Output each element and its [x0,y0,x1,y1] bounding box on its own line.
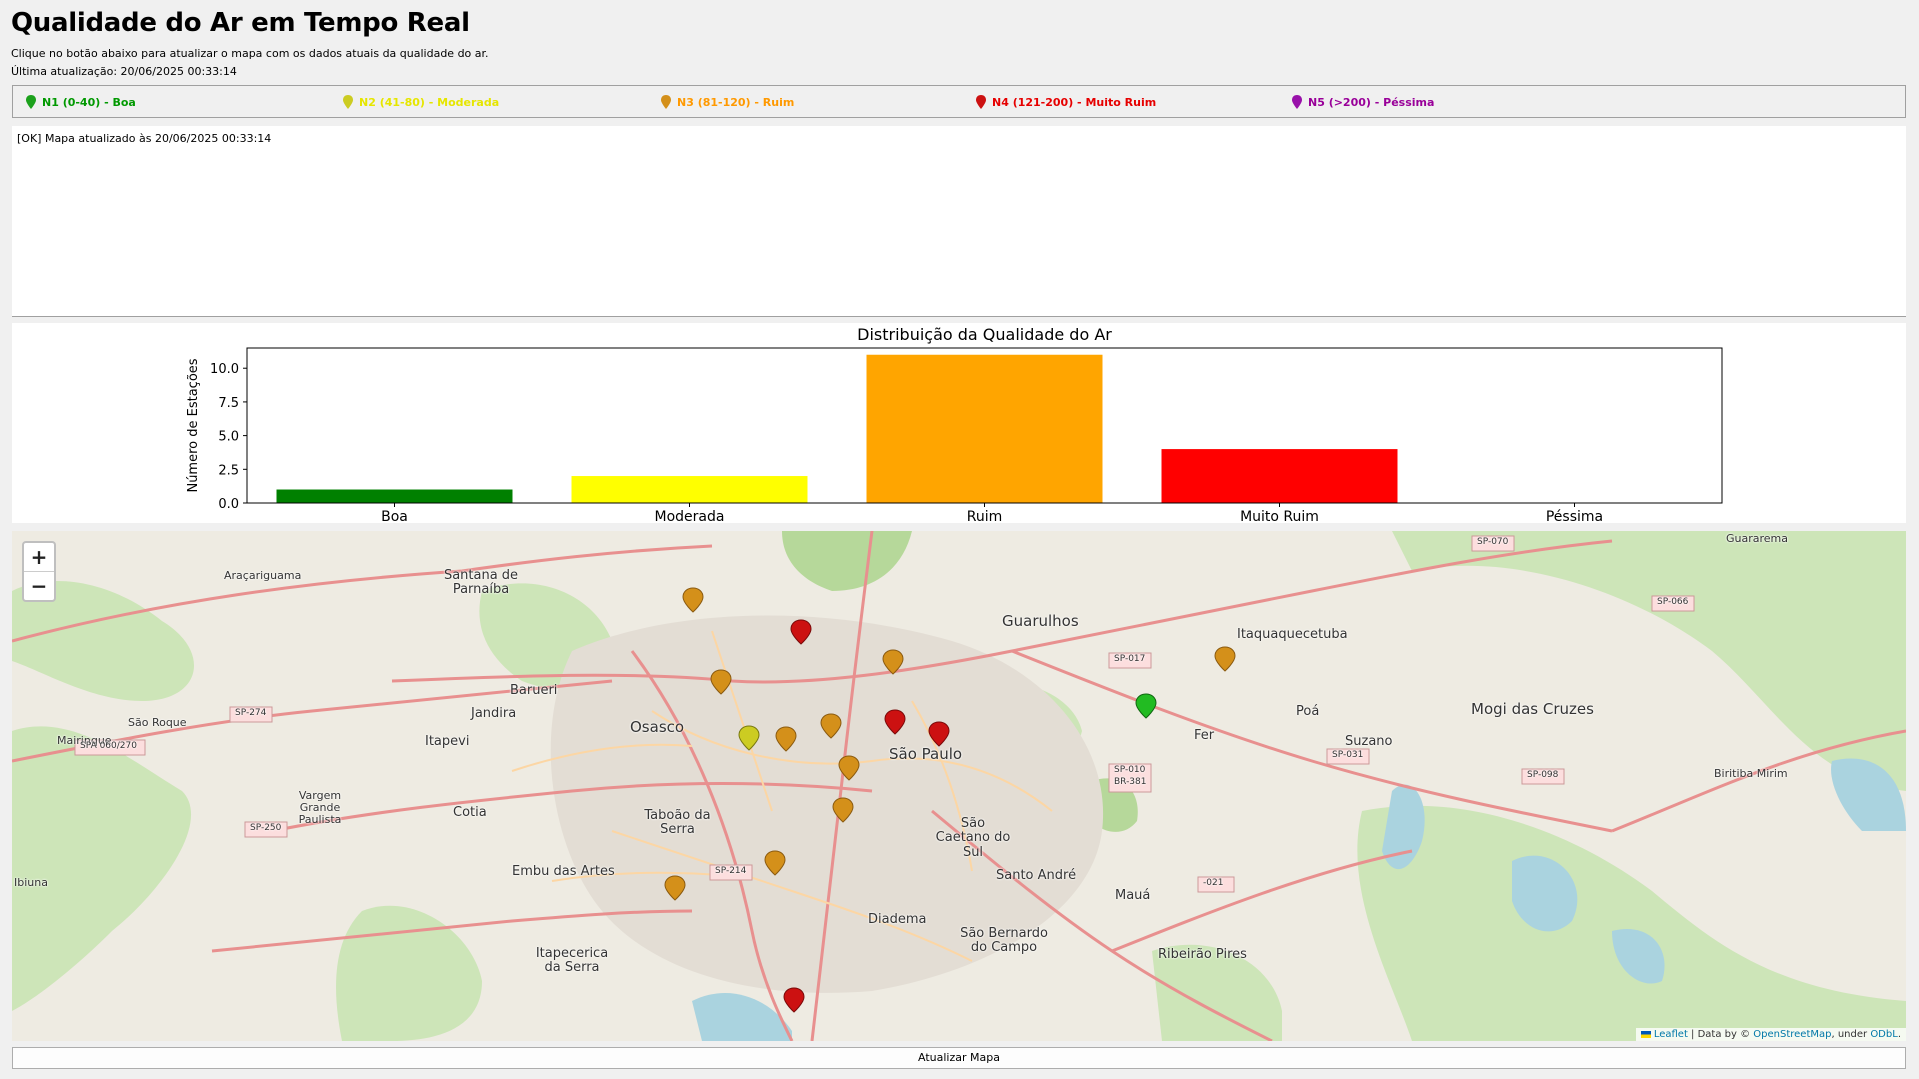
legend-label: N3 (81-120) - Ruim [677,95,795,109]
map-tiles [12,531,1906,1041]
map-label-poa: Poá [1296,704,1320,719]
map-label-suzano: Suzano [1345,734,1393,749]
map-label-osasco: Osasco [630,718,685,736]
log-output[interactable]: [OK] Mapa atualizado às 20/06/2025 00:33… [12,126,1906,317]
odbl-link[interactable]: ODbL [1870,1029,1898,1040]
map-shield-spa060: SPA 060/270 [80,741,137,751]
bar-chart: Distribuição da Qualidade do Ar Boa Modera… [186,325,1723,525]
legend-label: N4 (121-200) - Muito Ruim [992,95,1157,109]
update-map-button[interactable]: Atualizar Mapa [12,1047,1906,1069]
x-tick-label: Boa [381,509,408,523]
map-shield-sp017: SP-017 [1114,654,1146,664]
map-shield-sp021: -021 [1203,878,1224,888]
map-label-taboao: Taboão da Serra [644,808,711,838]
map-label-sao-paulo: São Paulo [889,745,963,763]
map-label-barueri: Barueri [510,683,558,698]
map-label-biritiba: Biritiba Mirim [1714,767,1788,780]
map-shield-sp250: SP-250 [250,823,282,833]
orange-marker-icon [661,95,671,109]
map-label-maua: Mauá [1115,888,1151,903]
map-shield-sp066: SP-066 [1657,597,1689,607]
y-tick-label: 7.5 [218,396,239,411]
red-marker-icon [976,95,986,109]
map-label-sao-caetano: São Caetano do Sul [935,816,1011,860]
chart-title: Distribuição da Qualidade do Ar [857,325,1112,344]
instruction-text: Clique no botão abaixo para atualizar o … [11,47,489,60]
y-tick-label: 5.0 [218,430,239,445]
map-attribution: Leaflet | Data by © OpenStreetMap, under… [1635,1028,1906,1041]
map-shield-sp098: SP-098 [1527,770,1559,780]
green-marker-icon [26,95,36,109]
map-label-cotia: Cotia [453,805,487,820]
log-line: [OK] Mapa atualizado às 20/06/2025 00:33… [17,132,272,145]
map-label-itapevi: Itapevi [425,734,470,749]
legend-item-muito-ruim: N4 (121-200) - Muito Ruim [976,95,1156,109]
y-axis-label: Número de Estações [186,358,201,492]
map-label-mogi: Mogi das Cruzes [1471,700,1594,718]
y-tick-label: 2.5 [218,463,239,478]
map-label-vargem: Vargem Grande Paulista [298,789,342,827]
y-tick-label: 10.0 [210,362,239,377]
map-label-guarulhos: Guarulhos [1002,612,1079,630]
chart-bar [276,489,513,503]
legend-item-moderada: N2 (41-80) - Moderada [343,95,499,109]
map-label-sbc: São Bernardo do Campo [960,926,1048,956]
legend-item-ruim: N3 (81-120) - Ruim [661,95,794,109]
legend-label: N2 (41-80) - Moderada [359,95,500,109]
chart-bar [866,354,1103,503]
osm-link[interactable]: OpenStreetMap [1753,1029,1831,1040]
zoom-control: + − [22,541,56,602]
legend-label: N5 (>200) - Péssima [1308,95,1435,109]
map-shield-br381: BR-381 [1114,777,1147,787]
leaflet-flag-icon [1640,1030,1651,1038]
zoom-in-button[interactable]: + [24,543,54,572]
map-shield-sp274: SP-274 [235,708,267,718]
air-quality-map[interactable]: São Paulo Guarulhos Osasco Barueri Jandi… [12,531,1906,1041]
x-tick-label: Péssima [1546,509,1603,523]
map-label-itapecerica: Itapecerica da Serra [535,946,609,976]
legend-item-boa: N1 (0-40) - Boa [26,95,136,109]
legend-item-pessima: N5 (>200) - Péssima [1292,95,1434,109]
chart-bar [571,476,808,503]
map-label-ibiuna: Ibiuna [14,876,48,889]
quality-chart: Distribuição da Qualidade do Ar Boa Modera… [12,323,1906,525]
map-label-santo-andre: Santo André [996,868,1077,883]
y-tick-label: 0.0 [218,497,239,512]
yellow-marker-icon [343,95,353,109]
map-shield-sp010: SP-010 [1114,765,1146,775]
legend-bar: N1 (0-40) - Boa N2 (41-80) - Moderada N3… [12,85,1906,118]
map-label-embu: Embu das Artes [512,864,615,879]
last-update-text: Última atualização: 20/06/2025 00:33:14 [11,65,237,78]
map-shield-sp031: SP-031 [1332,750,1364,760]
chart-bar [1161,449,1398,503]
x-tick-label: Ruim [967,509,1003,523]
map-label-guararema: Guararema [1726,532,1789,545]
map-label-itaquaquecetuba: Itaquaquecetuba [1237,627,1348,642]
legend-label: N1 (0-40) - Boa [42,95,136,109]
map-shield-sp070: SP-070 [1477,537,1509,547]
map-label-santana: Santana de Parnaíba [443,568,519,598]
leaflet-link[interactable]: Leaflet [1654,1029,1688,1040]
map-shield-sp214: SP-214 [715,866,747,876]
map-label-fer: Fer [1194,728,1215,743]
x-tick-label: Muito Ruim [1240,509,1319,523]
purple-marker-icon [1292,95,1302,109]
x-tick-label: Moderada [655,509,725,523]
map-label-aracariguama: Araçariguama [224,569,302,582]
attribution-end: . [1897,1029,1901,1040]
map-label-ribeirao-pires: Ribeirão Pires [1158,947,1247,962]
zoom-out-button[interactable]: − [24,572,54,600]
map-label-jandira: Jandira [471,706,517,721]
map-label-diadema: Diadema [868,912,927,927]
map-label-sao-roque: São Roque [128,716,187,729]
attribution-text: | Data by © [1687,1029,1754,1040]
page-title: Qualidade do Ar em Tempo Real [11,8,470,38]
attribution-text-2: , under [1831,1029,1871,1040]
